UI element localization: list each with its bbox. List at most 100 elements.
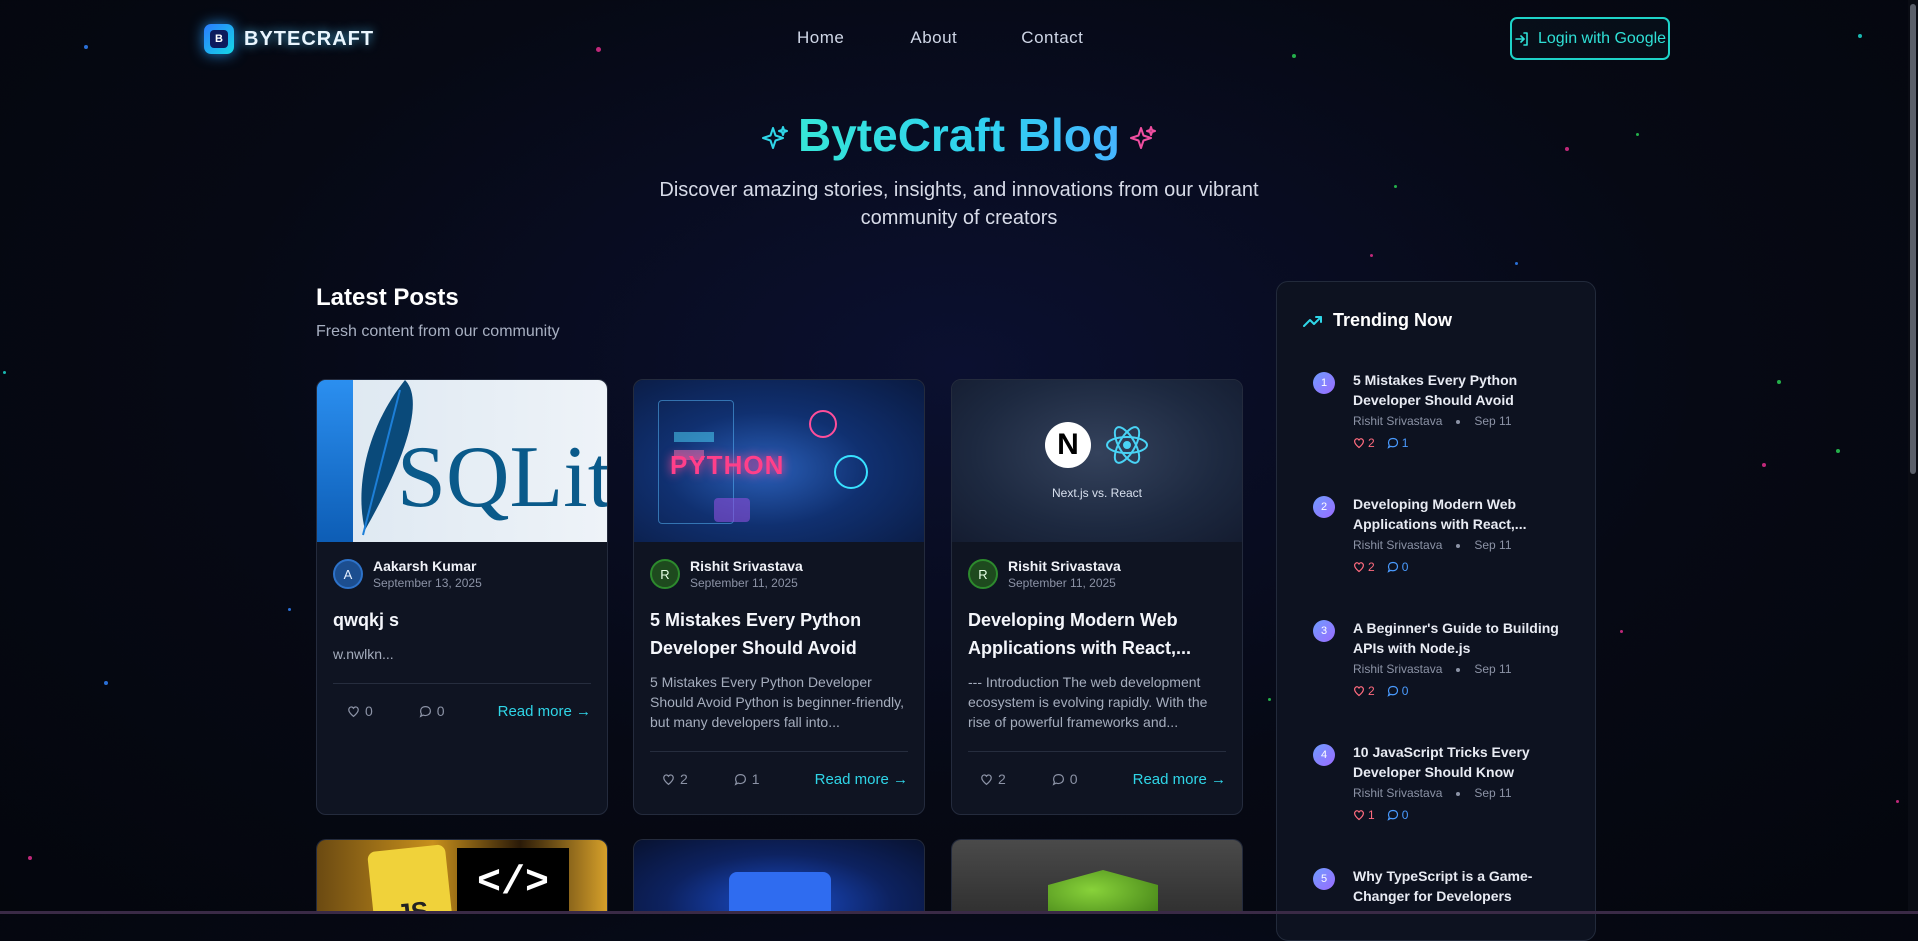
post-body: A Aakarsh Kumar September 13, 2025 qwqkj…: [317, 542, 607, 664]
js-logo-icon: JS: [367, 844, 453, 914]
rank-badge: 4: [1313, 744, 1335, 766]
trending-item[interactable]: 1 5 Mistakes Every Python Developer Shou…: [1313, 370, 1563, 450]
trending-item-stats: 2 0: [1353, 684, 1563, 698]
image-logo-text: PYTHON: [670, 450, 785, 480]
like-count[interactable]: 2: [980, 771, 1006, 787]
trending-panel: Trending Now 1 5 Mistakes Every Python D…: [1276, 281, 1596, 941]
sign-in-icon: [1515, 31, 1528, 46]
particle: [1370, 254, 1373, 257]
trending-item[interactable]: 3 A Beginner's Guide to Building APIs wi…: [1313, 618, 1563, 698]
comment-icon: [1387, 561, 1398, 573]
like-count: 2: [1353, 560, 1375, 574]
trending-item-title[interactable]: Developing Modern Web Applications with …: [1353, 494, 1563, 534]
trending-item-title[interactable]: Why TypeScript is a Game-Changer for Dev…: [1353, 866, 1563, 906]
trending-item-stats: 2 1: [1353, 436, 1563, 450]
rank-badge: 2: [1313, 496, 1335, 518]
particle: [3, 371, 6, 374]
post-title[interactable]: qwqkj s: [333, 606, 591, 634]
trending-item-title[interactable]: 10 JavaScript Tricks Every Developer Sho…: [1353, 742, 1563, 782]
particle: [1394, 185, 1397, 188]
nav-home[interactable]: Home: [797, 28, 844, 48]
post-card[interactable]: JS </>: [316, 839, 608, 914]
post-image: [634, 840, 924, 914]
comment-count: 0: [1387, 808, 1408, 822]
post-card[interactable]: PYTHON R Rishit Srivastava September 11,…: [633, 379, 925, 815]
trending-item[interactable]: 5 Why TypeScript is a Game-Changer for D…: [1313, 866, 1563, 906]
heart-icon: [1353, 686, 1365, 697]
main-nav: Home About Contact: [797, 28, 1083, 48]
heart-icon: [663, 773, 674, 785]
read-more-link[interactable]: Read more →: [498, 703, 591, 720]
hero-subtitle: Discover amazing stories, insights, and …: [659, 179, 1259, 229]
app-tile-icon: [729, 872, 831, 914]
post-date: September 11, 2025: [690, 576, 798, 590]
login-label: Login with Google: [1537, 29, 1667, 47]
post-footer: 2 1 Read more →: [650, 751, 908, 806]
top-navbar: B BYTECRAFT Home About Contact Login wit…: [0, 0, 1918, 78]
rank-badge: 3: [1313, 620, 1335, 642]
read-more-link[interactable]: Read more →: [815, 771, 908, 788]
like-count[interactable]: 2: [662, 771, 688, 787]
sparkle-icon: [761, 125, 788, 149]
particle: [28, 856, 32, 860]
avatar: R: [650, 559, 680, 589]
post-excerpt: 5 Mistakes Every Python Developer Should…: [650, 674, 904, 730]
avatar: A: [333, 559, 363, 589]
particle: [288, 608, 291, 611]
comment-count: 0: [1387, 684, 1408, 698]
post-card[interactable]: [951, 839, 1243, 914]
comment-count: 1: [1387, 436, 1408, 450]
trending-title: Trending Now: [1333, 310, 1452, 330]
avatar: R: [968, 559, 998, 589]
post-title[interactable]: Developing Modern Web Applications with …: [968, 606, 1226, 662]
particle: [1268, 698, 1271, 701]
login-with-google-button[interactable]: Login with Google: [1510, 17, 1670, 60]
post-excerpt: w.nwlkn...: [333, 646, 394, 662]
image-logo-text: SQLit: [397, 429, 607, 526]
comment-icon: [419, 705, 431, 718]
post-card[interactable]: SQLit A Aakarsh Kumar September 13, 2025…: [316, 379, 608, 815]
post-author: R Rishit Srivastava September 11, 2025: [968, 558, 1226, 590]
nav-about[interactable]: About: [910, 28, 957, 48]
post-author: A Aakarsh Kumar September 13, 2025: [333, 558, 591, 590]
comment-count: 0: [1387, 560, 1408, 574]
post-excerpt: --- Introduction The web development eco…: [968, 674, 1208, 730]
rank-badge: 1: [1313, 372, 1335, 394]
comment-icon: [734, 773, 746, 786]
post-footer: 0 0 Read more →: [333, 683, 591, 738]
trending-item-meta: Rishit Srivastava Sep 11: [1353, 538, 1512, 552]
nav-contact[interactable]: Contact: [1021, 28, 1083, 48]
post-image: JS </>: [317, 840, 607, 914]
post-body: R Rishit Srivastava September 11, 2025 5…: [634, 542, 924, 732]
trending-item-title[interactable]: A Beginner's Guide to Building APIs with…: [1353, 618, 1563, 658]
post-card[interactable]: [633, 839, 925, 914]
post-date: September 11, 2025: [1008, 576, 1116, 590]
like-count[interactable]: 0: [347, 703, 373, 719]
trending-item-meta: Rishit Srivastava Sep 11: [1353, 414, 1512, 428]
post-image: PYTHON: [634, 380, 924, 542]
rank-badge: 5: [1313, 868, 1335, 890]
logo-icon: B: [204, 24, 234, 54]
nextjs-logo-icon: N: [1045, 422, 1091, 468]
post-date: September 13, 2025: [373, 576, 482, 590]
particle: [1777, 380, 1781, 384]
comment-count[interactable]: 0: [1052, 771, 1078, 787]
brand-logo[interactable]: B BYTECRAFT: [204, 24, 374, 54]
particle: [1620, 630, 1623, 633]
scrollbar-thumb[interactable]: [1910, 4, 1916, 474]
read-more-link[interactable]: Read more →: [1133, 771, 1226, 788]
trending-item[interactable]: 2 Developing Modern Web Applications wit…: [1313, 494, 1563, 574]
trending-item-title[interactable]: 5 Mistakes Every Python Developer Should…: [1353, 370, 1563, 410]
like-count: 2: [1353, 436, 1375, 450]
post-card[interactable]: N Next.js vs. React R Rishit Srivastava …: [951, 379, 1243, 815]
particle: [1896, 800, 1899, 803]
heart-icon: [1353, 438, 1365, 449]
post-footer: 2 0 Read more →: [968, 751, 1226, 806]
page-scrollbar[interactable]: [1908, 0, 1918, 914]
like-count: 1: [1353, 808, 1375, 822]
comment-count[interactable]: 1: [734, 771, 760, 787]
comment-count[interactable]: 0: [419, 703, 445, 719]
post-author: R Rishit Srivastava September 11, 2025: [650, 558, 908, 590]
trending-item[interactable]: 4 10 JavaScript Tricks Every Developer S…: [1313, 742, 1563, 822]
post-title[interactable]: 5 Mistakes Every Python Developer Should…: [650, 606, 908, 662]
